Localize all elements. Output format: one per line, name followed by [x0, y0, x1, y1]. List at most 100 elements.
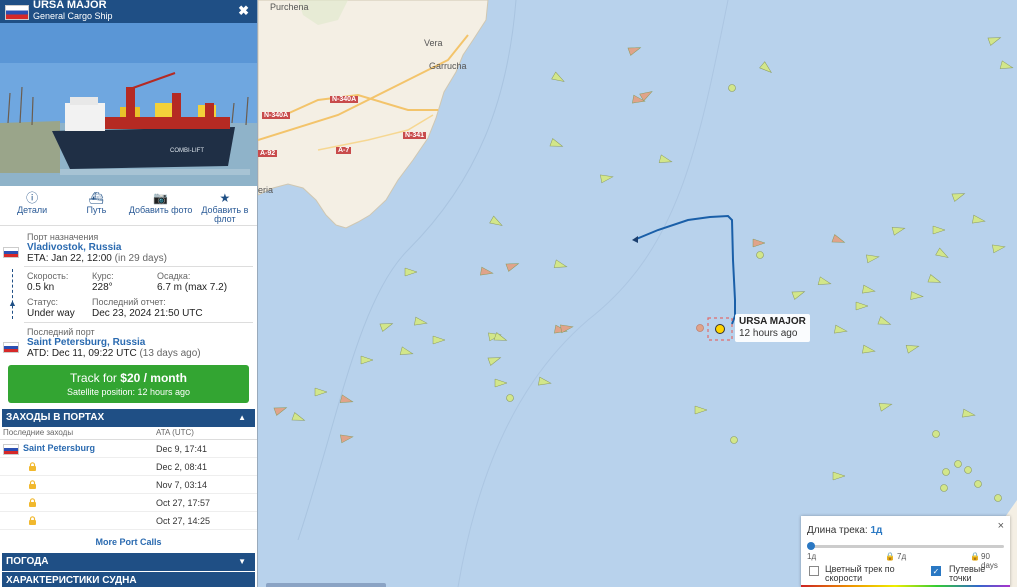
town-label: Purchena — [270, 2, 309, 12]
weather-title: ПОГОДА — [6, 556, 49, 567]
road-shield: N-340A — [262, 112, 291, 119]
add-to-fleet-button[interactable]: ★ Добавить в флот — [193, 186, 257, 225]
table-row[interactable]: Oct 27, 14:25 — [0, 512, 257, 530]
port-call-port[interactable]: Saint Petersburg — [23, 443, 95, 454]
ship-icon: ⛴ — [88, 191, 104, 205]
divider — [24, 266, 253, 267]
lock-icon — [29, 516, 36, 525]
port-calls-header[interactable]: ЗАХОДЫ В ПОРТАХ ▲ — [2, 409, 255, 427]
status-label: Статус: — [27, 297, 58, 307]
road-shield: A-92 — [258, 150, 278, 157]
russia-flag-icon — [3, 342, 19, 353]
anchored-vessel-marker[interactable] — [964, 466, 972, 474]
add-to-fleet-label: Добавить в флот — [201, 205, 249, 224]
port-calls-table: Последние заходы ATA (UTC) Saint Petersb… — [0, 427, 257, 530]
weather-header[interactable]: ПОГОДА ▼ — [2, 553, 255, 571]
ship-label-time: 12 hours ago — [739, 328, 798, 339]
vessel-name: URSA MAJOR — [33, 0, 107, 11]
anchored-vessel-marker[interactable] — [728, 84, 736, 92]
eta-note: (in 29 days) — [114, 253, 167, 264]
close-icon[interactable]: × — [998, 520, 1004, 532]
ship-map-label[interactable]: URSA MAJOR 12 hours ago — [735, 314, 810, 342]
track-length-title: Длина трека: 1д — [807, 525, 883, 536]
russia-flag-icon — [3, 444, 19, 455]
close-icon[interactable]: ✖ — [238, 3, 249, 19]
anchored-vessel-marker[interactable] — [942, 468, 950, 476]
table-row[interactable]: Saint Petersburg Dec 9, 17:41 — [0, 440, 257, 458]
tick-label: 7д — [897, 552, 907, 561]
track-options: Цветный трек по скорости ✓ Путевые точки — [807, 564, 1004, 583]
port-calls-columns: Последние заходы ATA (UTC) — [0, 427, 257, 440]
vessel-header: URSA MAJOR General Cargo Ship ✖ — [0, 0, 257, 23]
route-button[interactable]: ⛴ Путь — [64, 186, 128, 225]
table-row[interactable]: Dec 2, 08:41 — [0, 458, 257, 476]
color-track-label: Цветный трек по скорости — [825, 564, 895, 583]
waypoints-checkbox[interactable]: ✓ — [931, 566, 941, 576]
table-row[interactable]: Nov 7, 03:14 — [0, 476, 257, 494]
last-port-link[interactable]: Saint Petersburg, Russia — [27, 337, 145, 348]
track-subscription-button[interactable]: Track for $20 / month Satellite position… — [8, 365, 249, 403]
town-label: Vera — [424, 38, 443, 48]
table-row[interactable]: Oct 27, 17:57 — [0, 494, 257, 512]
draught-value: 6.7 m (max 7.2) — [157, 282, 228, 293]
map-canvas[interactable] — [258, 0, 1017, 587]
last-report-value: Dec 23, 2024 21:50 UTC — [92, 308, 203, 319]
column-header: Последние заходы — [3, 428, 74, 437]
anchored-vessel-marker[interactable] — [730, 436, 738, 444]
speed-value: 0.5 kn — [27, 282, 55, 293]
vessel-panel: URSA MAJOR General Cargo Ship ✖ COMBI-LI… — [0, 0, 258, 587]
selected-ship-marker — [715, 324, 725, 334]
divider — [24, 322, 253, 323]
russia-flag-icon — [3, 247, 19, 258]
anchored-vessel-marker[interactable] — [506, 394, 514, 402]
camera-icon: 📷 — [153, 191, 169, 205]
port-call-ata: Oct 27, 17:57 — [156, 498, 211, 508]
destination-port-link[interactable]: Vladivostok, Russia — [27, 242, 121, 253]
last-report-label: Последний отчет: — [92, 297, 166, 307]
slider-handle[interactable] — [807, 542, 815, 550]
lock-icon — [29, 480, 36, 489]
more-port-calls-link[interactable]: More Port Calls — [0, 537, 257, 547]
tick-label: 1д — [807, 552, 817, 561]
track-length-slider[interactable] — [807, 542, 1004, 550]
map-view[interactable]: Purchena Vera Garrucha eria N-340A N-340… — [258, 0, 1017, 587]
destination-label: Порт назначения — [27, 232, 99, 242]
anchored-vessel-marker[interactable] — [932, 430, 940, 438]
voyage-progress-line — [12, 269, 13, 319]
add-photo-button[interactable]: 📷 Добавить фото — [129, 186, 193, 225]
vessel-photo[interactable]: COMBI-LIFT — [0, 23, 257, 186]
arrow-up-icon: ▲ — [8, 298, 17, 308]
voyage-info: Порт назначения Vladivostok, Russia ETA:… — [0, 226, 257, 404]
details-button[interactable]: ⓘ Детали — [0, 186, 64, 225]
color-track-checkbox[interactable] — [809, 566, 819, 576]
atd-row: ATD: Dec 11, 09:22 UTC (13 days ago) — [27, 348, 201, 359]
speed-label: Скорость: — [27, 271, 69, 281]
anchored-vessel-marker[interactable] — [974, 480, 982, 488]
waypoints-label: Путевые точки — [949, 564, 986, 583]
track-length-panel: × Длина трека: 1д 1д 🔒 7д 🔒 90 days Цвет… — [801, 516, 1010, 587]
anchored-vessel-marker[interactable] — [940, 484, 948, 492]
vessel-type: General Cargo Ship — [33, 11, 113, 21]
info-icon: ⓘ — [26, 191, 39, 205]
vessel-photo-image: COMBI-LIFT — [0, 23, 257, 186]
last-port-label: Последний порт — [27, 327, 95, 337]
town-label: Garrucha — [429, 61, 467, 71]
draught-label: Осадка: — [157, 271, 191, 281]
anchored-vessel-marker[interactable] — [954, 460, 962, 468]
anchored-vessel-marker[interactable] — [994, 494, 1002, 502]
russia-flag-icon — [5, 5, 29, 20]
lock-icon — [29, 498, 36, 507]
port-call-ata: Oct 27, 14:25 — [156, 516, 211, 526]
lock-icon: 🔒 — [970, 552, 980, 561]
eta-value: Jan 22, 12:00 — [51, 253, 112, 264]
anchored-vessel-marker — [696, 324, 704, 332]
atd-label: ATD: — [27, 348, 50, 359]
port-call-ata: Dec 9, 17:41 — [156, 444, 208, 454]
road-shield: N-340A — [330, 96, 359, 103]
details-label: Детали — [17, 205, 48, 215]
lock-icon: 🔒 — [885, 552, 895, 561]
atd-note: (13 days ago) — [139, 348, 201, 359]
vessel-specs-header[interactable]: ХАРАКТЕРИСТИКИ СУДНА — [2, 572, 255, 587]
anchored-vessel-marker[interactable] — [756, 251, 764, 259]
chevron-down-icon: ▼ — [238, 557, 246, 566]
